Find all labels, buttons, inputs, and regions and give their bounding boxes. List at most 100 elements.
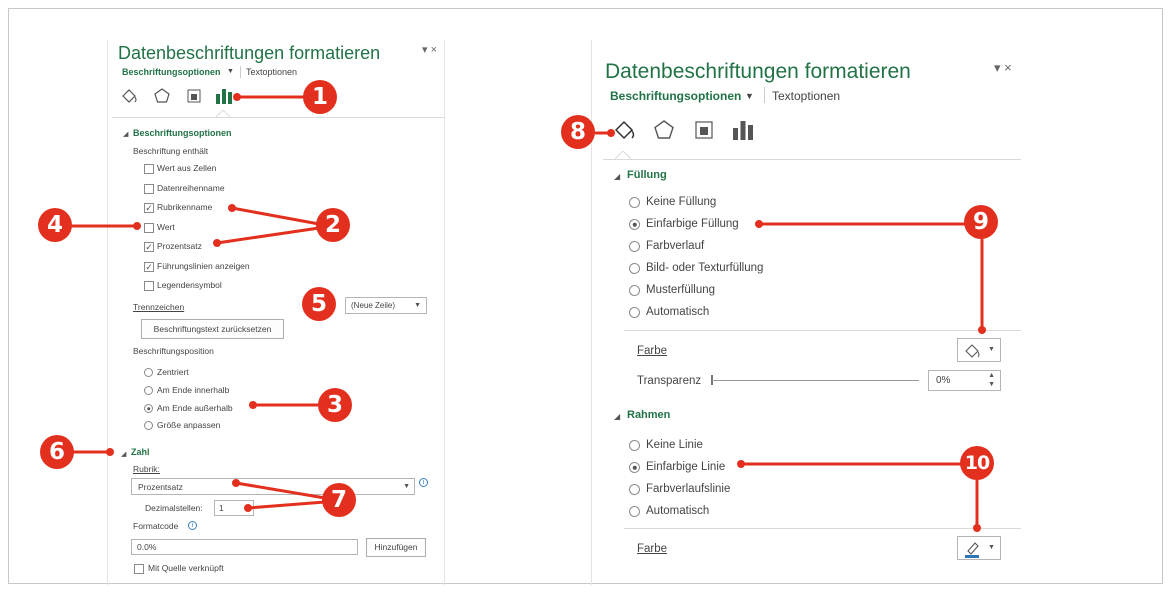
category-label: Rubrik: bbox=[133, 464, 160, 474]
screenshot-frame bbox=[8, 8, 1163, 584]
right-pane-controls[interactable]: ▾ × bbox=[994, 60, 1012, 76]
left-tab-label-options[interactable]: Beschriftungsoptionen bbox=[122, 67, 221, 77]
checkbox-value[interactable] bbox=[144, 223, 154, 233]
checkbox-leader-lines[interactable]: ✓ bbox=[144, 262, 154, 272]
left-pane-controls[interactable]: ▾ × bbox=[422, 43, 437, 56]
format-code-label: Formatcode bbox=[133, 521, 179, 531]
format-code-input[interactable]: 0.0% bbox=[131, 539, 358, 555]
right-tab-label-options[interactable]: Beschriftungsoptionen bbox=[610, 89, 741, 103]
border-section-header[interactable]: Rahmen bbox=[627, 409, 670, 421]
radio-label: Größe anpassen bbox=[157, 420, 221, 430]
number-section-header[interactable]: Zahl bbox=[131, 447, 150, 457]
decimals-label: Dezimalstellen: bbox=[145, 503, 203, 513]
collapse-triangle-icon[interactable]: ◢ bbox=[121, 450, 126, 458]
checkbox-label: Wert bbox=[157, 222, 175, 232]
fill-line-icon[interactable] bbox=[120, 87, 138, 105]
active-tab-pointer bbox=[216, 110, 230, 118]
callout-badge-8: 8 bbox=[561, 115, 595, 149]
chevron-down-icon: ▼ bbox=[988, 544, 995, 551]
size-properties-icon[interactable] bbox=[694, 120, 714, 140]
label-options-bar-icon[interactable] bbox=[215, 88, 233, 104]
radio-inside-end[interactable] bbox=[144, 386, 153, 395]
left-section-label-options[interactable]: Beschriftungsoptionen bbox=[133, 128, 232, 138]
callout-badge-1: 1 bbox=[303, 80, 337, 114]
callout-badge-6: 6 bbox=[40, 435, 74, 469]
radio-solid-fill[interactable] bbox=[629, 219, 640, 230]
reset-label-text-button[interactable]: Beschriftungstext zurücksetzen bbox=[141, 319, 284, 339]
checkbox-legend-key[interactable] bbox=[144, 281, 154, 291]
radio-no-fill[interactable] bbox=[629, 197, 640, 208]
radio-solid-line[interactable] bbox=[629, 462, 640, 473]
radio-no-line[interactable] bbox=[629, 440, 640, 451]
info-icon[interactable]: i bbox=[188, 521, 197, 530]
category-select[interactable]: Prozentsatz ▼ bbox=[131, 478, 415, 495]
add-button[interactable]: Hinzufügen bbox=[366, 538, 426, 557]
checkbox-label: Mit Quelle verknüpft bbox=[148, 563, 224, 573]
format-code-value: 0.0% bbox=[137, 542, 157, 552]
left-pane-border bbox=[107, 40, 108, 585]
checkbox-label: Legendensymbol bbox=[157, 280, 222, 290]
checkbox-link-source[interactable] bbox=[134, 564, 144, 574]
right-tab-text-options[interactable]: Textoptionen bbox=[772, 89, 840, 103]
radio-label: Farbverlaufslinie bbox=[646, 483, 731, 495]
radio-center[interactable] bbox=[144, 368, 153, 377]
radio-label: Keine Füllung bbox=[646, 196, 717, 208]
checkbox-label: Führungslinien anzeigen bbox=[157, 261, 250, 271]
size-properties-icon[interactable] bbox=[186, 88, 202, 104]
chevron-down-icon: ▼ bbox=[414, 302, 421, 309]
label-contains-heading: Beschriftung enthält bbox=[133, 146, 209, 156]
decimals-input[interactable]: 1 bbox=[214, 500, 254, 516]
spin-down-icon[interactable]: ▼ bbox=[988, 381, 995, 388]
radio-label: Musterfüllung bbox=[646, 284, 716, 296]
checkbox-percentage[interactable]: ✓ bbox=[144, 242, 154, 252]
radio-pattern-fill[interactable] bbox=[629, 285, 640, 296]
left-tab-dropdown-icon[interactable]: ▼ bbox=[227, 68, 234, 75]
checkbox-value-from-cells[interactable] bbox=[144, 164, 154, 174]
collapse-triangle-icon[interactable]: ◢ bbox=[614, 412, 620, 421]
radio-outside-end[interactable] bbox=[144, 404, 153, 413]
collapse-triangle-icon[interactable]: ◢ bbox=[123, 130, 128, 138]
border-color-button[interactable]: ▼ bbox=[957, 536, 1001, 560]
spin-up-icon[interactable]: ▲ bbox=[988, 372, 995, 379]
fill-color-button[interactable]: ▼ bbox=[957, 338, 1001, 362]
radio-automatic-line[interactable] bbox=[629, 506, 640, 517]
border-divider bbox=[624, 528, 1021, 529]
radio-picture-fill[interactable] bbox=[629, 263, 640, 274]
checkbox-category-name[interactable]: ✓ bbox=[144, 203, 154, 213]
info-icon[interactable]: i bbox=[419, 478, 428, 487]
paint-bucket-icon bbox=[965, 344, 980, 358]
radio-gradient-line[interactable] bbox=[629, 484, 640, 495]
right-icon-divider bbox=[603, 159, 1021, 160]
separator-select[interactable]: (Neue Zeile) ▼ bbox=[345, 297, 427, 314]
category-value: Prozentsatz bbox=[138, 482, 183, 492]
fill-divider bbox=[624, 330, 1021, 331]
label-options-bar-icon[interactable] bbox=[732, 120, 754, 140]
collapse-triangle-icon[interactable]: ◢ bbox=[614, 172, 620, 181]
callout-badge-10: 10 bbox=[960, 446, 994, 480]
radio-label: Am Ende innerhalb bbox=[157, 385, 230, 395]
radio-label: Automatisch bbox=[646, 505, 710, 517]
fill-section-header[interactable]: Füllung bbox=[627, 169, 667, 181]
effects-pentagon-icon[interactable] bbox=[652, 118, 676, 142]
radio-best-fit[interactable] bbox=[144, 421, 153, 430]
left-tab-text-options[interactable]: Textoptionen bbox=[246, 67, 297, 77]
checkbox-series-name[interactable] bbox=[144, 184, 154, 194]
transparency-value: 0% bbox=[936, 375, 951, 386]
left-icon-divider bbox=[112, 117, 444, 118]
radio-label: Farbverlauf bbox=[646, 240, 705, 252]
effects-pentagon-icon[interactable] bbox=[153, 87, 171, 105]
checkbox-label: Wert aus Zellen bbox=[157, 163, 217, 173]
fill-line-icon[interactable] bbox=[612, 118, 636, 142]
radio-label: Einfarbige Linie bbox=[646, 461, 726, 473]
chevron-down-icon: ▼ bbox=[403, 483, 410, 490]
left-pane-title: Datenbeschriftungen formatieren bbox=[118, 43, 381, 63]
separator-value: (Neue Zeile) bbox=[351, 301, 396, 310]
right-tab-dropdown-icon[interactable]: ▼ bbox=[745, 91, 754, 101]
radio-automatic-fill[interactable] bbox=[629, 307, 640, 318]
label-position-heading: Beschriftungsposition bbox=[133, 346, 214, 356]
transparency-spinner[interactable]: 0% ▲ ▼ bbox=[928, 370, 1001, 391]
callout-badge-9: 9 bbox=[964, 205, 998, 239]
chevron-down-icon: ▼ bbox=[988, 346, 995, 353]
radio-gradient-fill[interactable] bbox=[629, 241, 640, 252]
transparency-slider-track[interactable] bbox=[712, 380, 919, 381]
